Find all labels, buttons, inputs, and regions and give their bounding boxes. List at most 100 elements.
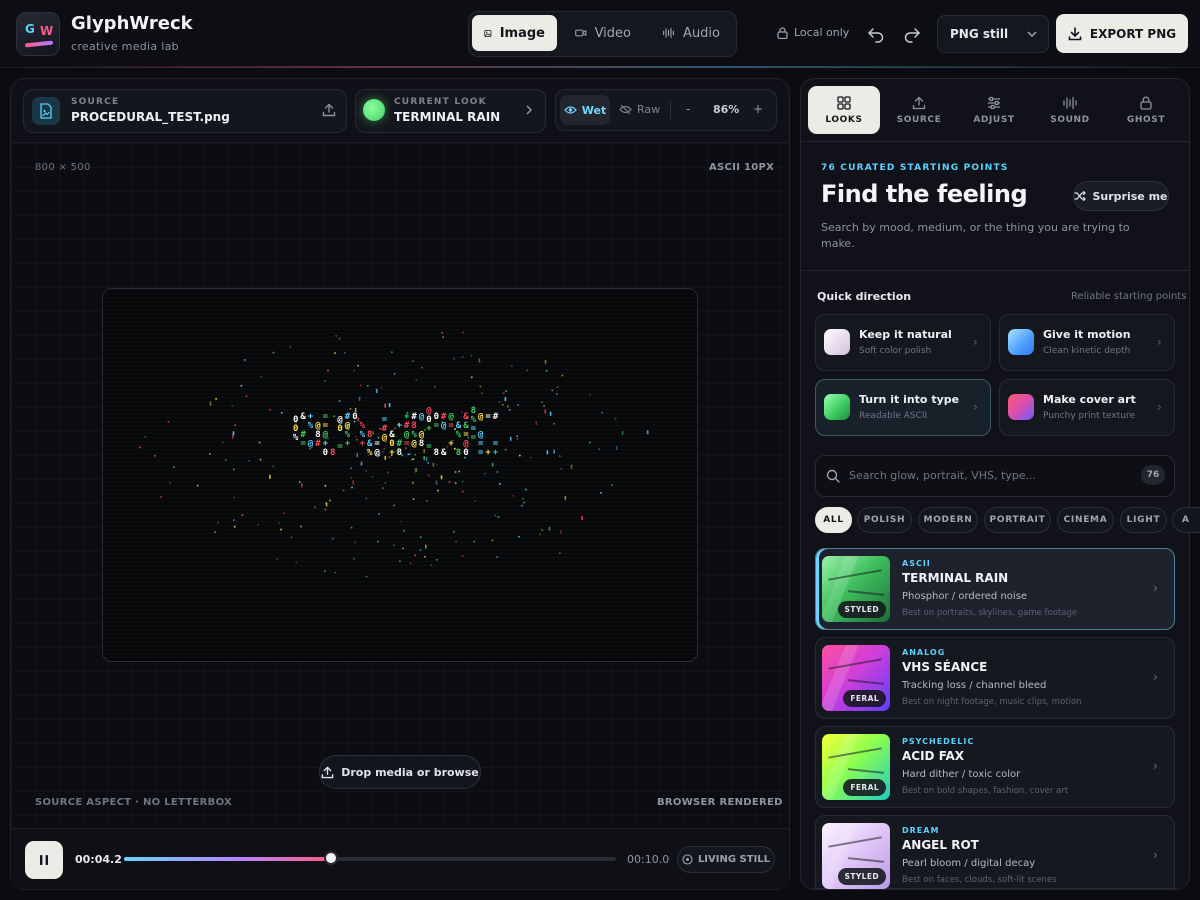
lock-icon	[1140, 96, 1152, 110]
ascii-noise-dot	[549, 411, 552, 416]
ascii-noise-dot	[535, 421, 538, 425]
mode-image-button[interactable]: Image	[472, 15, 557, 51]
ascii-noise-dot	[504, 397, 507, 402]
ascii-glyph: 0	[463, 448, 468, 458]
chip-portrait[interactable]: PORTRAIT	[984, 507, 1051, 533]
chip-modern[interactable]: MODERN	[918, 507, 978, 533]
ascii-noise-dot	[393, 373, 396, 375]
mode-video-button[interactable]: Video	[563, 15, 643, 51]
render-canvas[interactable]: & + = #0 + # @ @0 # @ & 8 @ = #0% @ = @ @% = + #8 0 = @ = & &% 0 #8 @0…	[102, 288, 698, 662]
upload-icon[interactable]	[322, 103, 336, 117]
wet-toggle-button[interactable]: Wet	[560, 95, 610, 125]
ascii-glyph: 0	[337, 424, 342, 434]
ascii-noise-dot	[555, 393, 558, 395]
ascii-glyph: 8	[456, 448, 461, 458]
zoom-in-button[interactable]: +	[753, 102, 763, 116]
ascii-noise-dot	[432, 462, 435, 467]
ascii-glyph: &	[441, 448, 447, 458]
look-best-on: Best on portraits, skylines, game footag…	[902, 608, 1078, 618]
ascii-noise-dot	[458, 470, 461, 473]
ascii-noise-dot	[518, 535, 520, 538]
tab-adjust[interactable]: ADJUST	[958, 86, 1030, 134]
ascii-glyph: +	[360, 439, 366, 449]
ascii-noise-dot	[511, 365, 513, 367]
ascii-glyph: =	[434, 421, 440, 431]
mode-audio-button[interactable]: Audio	[650, 15, 732, 51]
tab-ghost-label: GHOST	[1126, 114, 1166, 125]
ascii-noise-dot	[240, 384, 243, 387]
ascii-noise-dot	[478, 358, 481, 363]
ascii-noise-dot	[435, 559, 438, 561]
quick-give-motion-label: Give it motion	[1043, 328, 1131, 341]
tab-looks[interactable]: LOOKS	[808, 86, 880, 134]
ascii-glyph: @	[441, 421, 447, 431]
export-format-select[interactable]: PNG still	[937, 15, 1049, 53]
ascii-noise-dot	[394, 427, 396, 430]
chip-all[interactable]: ALL	[815, 507, 852, 533]
ascii-noise-dot	[517, 404, 520, 406]
waveform-icon	[1063, 96, 1077, 109]
ascii-noise-dot	[365, 497, 368, 500]
current-time: 00:04.2	[75, 853, 122, 866]
surprise-me-button[interactable]: Surprise me	[1073, 181, 1169, 211]
tab-sound[interactable]: SOUND	[1034, 86, 1106, 134]
ascii-noise-dot	[423, 456, 425, 461]
ascii-glyph: 0	[323, 448, 328, 458]
tab-ghost[interactable]: GHOST	[1110, 86, 1182, 134]
ascii-noise-dot	[521, 504, 523, 507]
ascii-glyph: 8	[330, 448, 335, 458]
ascii-noise-dot	[479, 385, 482, 388]
chevron-right-icon: ›	[973, 400, 978, 414]
zoom-out-button[interactable]: -	[686, 102, 690, 116]
ascii-noise-dot	[234, 424, 236, 427]
ascii-glyph: @	[374, 448, 380, 458]
chevron-right-icon: ›	[1153, 848, 1158, 862]
pause-button[interactable]	[25, 841, 63, 879]
ascii-noise-dot	[530, 456, 532, 459]
ascii-noise-dot	[541, 401, 543, 403]
redo-icon	[904, 28, 920, 43]
download-icon	[1068, 26, 1082, 40]
ascii-noise-dot	[581, 515, 583, 520]
ascii-noise-dot	[329, 499, 331, 502]
look-name: VHS SÉANCE	[902, 660, 988, 674]
look-thumbnail: FERAL	[822, 734, 890, 800]
ascii-noise-dot	[600, 492, 602, 494]
zoom-level: 86%	[713, 103, 740, 116]
ascii-noise-dot	[461, 356, 464, 358]
ascii-noise-dot	[455, 540, 457, 543]
ascii-noise-dot	[425, 544, 427, 549]
ascii-noise-dot	[325, 502, 328, 507]
ascii-glyph: %	[308, 421, 314, 431]
ascii-noise-dot	[334, 571, 336, 574]
ascii-noise-dot	[461, 480, 464, 483]
tab-source[interactable]: SOURCE	[883, 86, 955, 134]
drop-media-button[interactable]: Drop media or browse	[319, 755, 481, 789]
ascii-noise-dot	[217, 521, 219, 524]
chip-cinema[interactable]: CINEMA	[1057, 507, 1114, 533]
ascii-glyph: =	[300, 439, 306, 449]
swatch-natural	[824, 329, 850, 355]
ascii-noise-dot	[272, 351, 275, 354]
chip-polish[interactable]: POLISH	[857, 507, 912, 533]
ascii-noise-dot	[409, 453, 412, 455]
redo-button[interactable]	[902, 24, 922, 44]
ascii-noise-dot	[233, 526, 236, 528]
chevron-right-icon	[524, 104, 534, 116]
target-icon	[682, 854, 693, 865]
ascii-noise-dot	[519, 454, 521, 457]
timeline-scrubber[interactable]	[323, 851, 338, 865]
chip-light[interactable]: LIGHT	[1120, 507, 1167, 533]
ascii-noise-dot	[280, 528, 282, 531]
undo-button[interactable]	[866, 24, 886, 44]
chip-more[interactable]: A	[1172, 507, 1200, 533]
audio-icon	[663, 27, 674, 39]
ascii-noise-dot	[435, 480, 438, 485]
chevron-right-icon: ›	[973, 335, 978, 349]
ascii-noise-dot	[414, 468, 417, 473]
ascii-glyph: +	[345, 439, 351, 449]
raw-toggle-button[interactable]: Raw	[619, 103, 660, 116]
ascii-noise-dot	[454, 482, 457, 484]
export-png-button[interactable]: EXPORT PNG	[1056, 14, 1188, 53]
living-still-toggle[interactable]: LIVING STILL	[677, 846, 775, 873]
